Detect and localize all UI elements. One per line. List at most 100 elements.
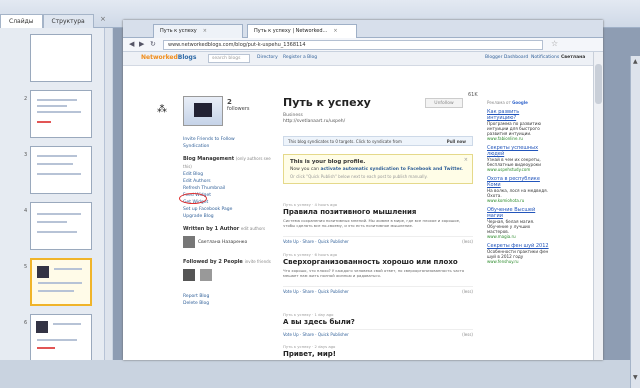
scroll-down-icon[interactable]: ▼ <box>633 374 638 381</box>
slide-canvas: Путь к успеху × Путь к успеху | Networked… <box>123 20 603 360</box>
blog-thumbnail[interactable] <box>183 96 223 126</box>
blog-url[interactable]: http://svetlanaart.ru/uspeh/ <box>283 119 345 124</box>
slide-thumbnail-4[interactable] <box>30 202 92 250</box>
refresh-thumbnail-link[interactable]: Refresh Thumbnail <box>183 185 273 192</box>
address-bar[interactable]: www.networkedblogs.com/blog/put-k-uspehu… <box>163 40 543 50</box>
followers-header: Followed by 2 People invite friends <box>183 259 271 265</box>
close-icon[interactable]: × <box>333 28 337 34</box>
post-title[interactable]: Правила позитивного мышления <box>283 208 473 216</box>
author-row[interactable]: Светлана Назаренко <box>183 236 273 248</box>
post-excerpt: Что хорошо, что плохо? У каждого человек… <box>283 268 465 278</box>
close-panel-icon[interactable]: × <box>100 15 106 23</box>
slide-thumbnail-1[interactable] <box>30 34 92 82</box>
browser-toolbar: ◀ ▶ ↻ www.networkedblogs.com/blog/put-k-… <box>123 38 603 52</box>
post-item: Путь к успеху · 6 hours ago Сверхорганиз… <box>283 252 473 294</box>
tab-outline[interactable]: Структура <box>42 14 94 28</box>
forward-icon[interactable]: ▶ <box>139 40 144 48</box>
syndication-link[interactable]: Syndication <box>183 143 273 150</box>
ads-label: Реклама от Google <box>487 100 528 105</box>
avatar[interactable] <box>183 269 195 281</box>
post-excerpt: Система сохранения позитивных мнений. Мы… <box>283 218 461 228</box>
close-icon[interactable]: × <box>203 28 207 34</box>
upgrade-blog-link[interactable]: Upgrade Blog <box>183 213 273 220</box>
edit-authors-link[interactable]: Edit Authors <box>183 178 273 185</box>
thumbnails-scrollbar[interactable] <box>104 28 112 360</box>
scroll-up-icon[interactable]: ▲ <box>633 58 638 65</box>
syndication-info-text: This blog syndicates to 0 targets. Click… <box>288 139 402 144</box>
profile-notice: This is your blog profile. Now you can a… <box>283 154 473 184</box>
ad-item[interactable]: Как развить интуицию? Программа по развит… <box>487 109 549 141</box>
slide-number: 5 <box>24 264 28 270</box>
molecule-icon: ⁂ <box>157 104 167 115</box>
profile-notice-note: Or click "Quick Publish" below next to e… <box>290 174 428 179</box>
slide-number: 2 <box>24 96 28 102</box>
slide-thumbnail-3[interactable] <box>30 146 92 194</box>
post-actions-links[interactable]: Vote Up · Share · Quick Publisher <box>283 239 349 244</box>
profile-notice-text: Now you can activate automatic syndicati… <box>290 167 463 172</box>
post-item: Путь к успеху · 2 days ago Привет, мир! <box>283 344 473 358</box>
unfollow-button[interactable]: Unfollow <box>425 98 463 108</box>
ad-item[interactable]: Секреты успешных людей Узнай в чем их сек… <box>487 145 549 172</box>
browser-tabbar: Путь к успеху × Путь к успеху | Networked… <box>123 20 603 38</box>
browser-tab[interactable]: Путь к успеху × <box>153 24 243 38</box>
authors-header: Written by 1 Author edit authors <box>183 226 266 232</box>
blog-page: ⁂ 2 followers Путь к успеху Business http… <box>123 66 603 360</box>
slide-thumbnails-panel: 2 4 3 5 6 <box>0 28 112 360</box>
nav-blogger-dashboard[interactable]: Blogger Dashboard <box>485 55 528 60</box>
browser-tab-active[interactable]: Путь к успеху | Networked... × <box>247 24 357 38</box>
report-blog-link[interactable]: Report Blog <box>183 293 273 300</box>
post-details-link[interactable]: (less) <box>462 289 473 294</box>
back-icon[interactable]: ◀ <box>129 40 134 48</box>
post-title[interactable]: А вы здесь были? <box>283 318 473 326</box>
edit-blog-link[interactable]: Edit Blog <box>183 171 273 178</box>
nav-directory[interactable]: Directory <box>257 55 278 60</box>
workspace-scrollbar[interactable]: ▲ ▼ <box>630 56 640 388</box>
ad-item[interactable]: Охота в республике Коми На волка, лося на… <box>487 176 549 203</box>
slide-thumbnail-5[interactable] <box>30 258 92 306</box>
browser-scrollbar[interactable] <box>593 52 603 360</box>
close-icon[interactable]: × <box>464 157 468 163</box>
site-logo[interactable]: NetworkedBlogs <box>141 54 196 61</box>
nav-notifications[interactable]: Notifications <box>531 55 559 60</box>
tab-slides[interactable]: Слайды <box>0 14 43 28</box>
ad-item[interactable]: Обучение Высшей магии Черная, белая магия… <box>487 207 549 239</box>
slide-thumbnail-2[interactable] <box>30 90 92 138</box>
post-details-link[interactable]: (less) <box>462 239 473 244</box>
post-title[interactable]: Сверхорганизованность хорошо или плохо <box>283 258 473 266</box>
post-item: Путь к успеху · 1 day ago А вы здесь был… <box>283 312 473 337</box>
post-meta: Путь к успеху · 4 hours ago <box>283 202 338 207</box>
post-actions-links[interactable]: Vote Up · Share · Quick Publisher <box>283 289 349 294</box>
blog-title: Путь к успеху <box>283 96 371 109</box>
profile-notice-heading: This is your blog profile. <box>290 159 366 165</box>
avatar <box>183 236 195 248</box>
logo-text-accent: Blogs <box>177 54 197 61</box>
bookmark-star-icon[interactable]: ☆ <box>551 39 558 48</box>
pull-now-button[interactable]: Pull now <box>447 139 466 144</box>
author-name: Светлана Назаренко <box>198 239 248 245</box>
slide-number: 6 <box>24 320 28 326</box>
facebook-page-link[interactable]: Set up Facebook Page <box>183 206 273 213</box>
like-count[interactable]: 61K <box>468 92 478 98</box>
slide-number: 4 <box>24 208 28 214</box>
post-meta: Путь к успеху · 2 days ago <box>283 344 336 349</box>
avatar[interactable] <box>200 269 212 281</box>
site-search-input[interactable]: search blogs <box>208 54 250 63</box>
browser-tab-label: Путь к успеху | Networked... <box>254 28 328 34</box>
delete-blog-link[interactable]: Delete Blog <box>183 300 273 307</box>
invite-friends-link[interactable]: Invite Friends to Follow <box>183 136 273 143</box>
post-title[interactable]: Привет, мир! <box>283 350 473 358</box>
post-meta: Путь к успеху · 6 hours ago <box>283 252 338 257</box>
post-actions: Vote Up · Share · Quick Publisher (less) <box>283 286 473 294</box>
blog-category[interactable]: Business <box>283 113 303 118</box>
post-actions-links[interactable]: Vote Up · Share · Quick Publisher <box>283 332 349 337</box>
nav-user[interactable]: Светлана <box>561 55 585 60</box>
slide-number: 3 <box>24 152 28 158</box>
follower-avatars <box>183 269 273 281</box>
nav-register-blog[interactable]: Register a Blog <box>283 55 317 60</box>
ad-item[interactable]: Секреты фен шуй 2012 Особенности практики… <box>487 243 549 264</box>
activate-syndication-link[interactable]: activate automatic syndication to Facebo… <box>320 167 462 172</box>
post-details-link[interactable]: (less) <box>462 332 473 337</box>
slide-thumbnail-6[interactable] <box>30 314 92 360</box>
reload-icon[interactable]: ↻ <box>150 40 156 48</box>
blog-sidebar: Invite Friends to Follow Syndication Blo… <box>183 136 273 307</box>
